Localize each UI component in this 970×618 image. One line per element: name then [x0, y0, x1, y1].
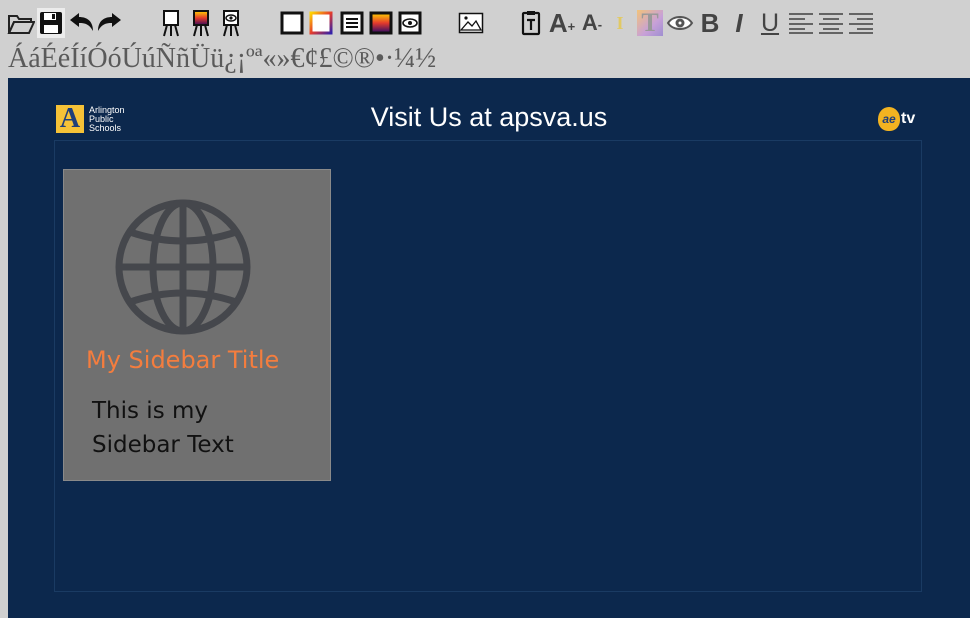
special-char-button[interactable]: £	[318, 43, 332, 75]
preview-eye-icon[interactable]	[666, 8, 694, 38]
text-highlight-icon[interactable]: T	[636, 8, 664, 38]
text-color-label: I	[616, 12, 624, 33]
special-char-button[interactable]: ¢	[304, 43, 318, 75]
save-icon[interactable]	[37, 8, 65, 38]
font-increase-label: A	[548, 7, 568, 38]
slide-canvas: A Arlington Public Schools Visit Us at a…	[8, 78, 970, 618]
easel-image-icon[interactable]	[220, 8, 242, 38]
italic-label: I	[735, 7, 743, 38]
open-folder-icon[interactable]	[6, 8, 36, 38]
font-decrease-icon[interactable]: A-	[578, 8, 606, 38]
text-box-icon[interactable]	[519, 8, 543, 38]
special-char-button[interactable]: ª	[255, 43, 263, 75]
sidebar-widget[interactable]: My Sidebar Title This is my Sidebar Text	[63, 169, 331, 481]
aetv-letters: ae	[882, 112, 896, 126]
special-char-button[interactable]: ¡	[237, 43, 246, 75]
aetv-logo: ae tv	[878, 103, 915, 135]
special-char-button[interactable]: ó	[108, 43, 122, 75]
underline-icon[interactable]: U	[758, 8, 782, 38]
special-char-button[interactable]: ·	[385, 43, 394, 75]
image-icon[interactable]	[457, 8, 485, 38]
bold-label: B	[700, 7, 720, 38]
toolbar: A + A- I T B I U	[0, 0, 970, 44]
special-char-button[interactable]: ü	[210, 43, 224, 75]
special-char-button[interactable]: á	[28, 43, 40, 75]
special-char-button[interactable]: Ú	[122, 43, 142, 75]
bold-icon[interactable]: B	[698, 8, 722, 38]
align-right-icon[interactable]	[848, 8, 874, 38]
special-char-button[interactable]: ©	[332, 43, 353, 75]
special-char-button[interactable]: Ñ	[156, 43, 176, 75]
aetv-tv-text: tv	[901, 110, 916, 127]
highlight-label: T	[637, 8, 663, 37]
box-border-icon[interactable]	[279, 8, 305, 38]
special-char-button[interactable]: É	[41, 43, 58, 75]
special-char-button[interactable]: º	[246, 43, 255, 75]
special-char-button[interactable]: ¼	[394, 43, 415, 75]
globe-icon	[115, 199, 251, 335]
special-char-button[interactable]: ú	[142, 43, 156, 75]
special-char-button[interactable]: Í	[70, 43, 79, 75]
box-gradient-border-icon[interactable]	[308, 8, 334, 38]
box-eye-icon[interactable]	[397, 8, 423, 38]
special-char-button[interactable]: ®	[354, 43, 375, 75]
special-character-bar: Áá Éé Íí Óó Úú Ññ Üü ¿ ¡ º ª «» € ¢ £ © ® • · ¼ ½	[8, 42, 436, 76]
special-char-button[interactable]: ½	[415, 43, 436, 75]
box-fill-icon[interactable]	[368, 8, 394, 38]
font-decrease-sup: -	[597, 17, 603, 32]
special-char-button[interactable]: Á	[8, 43, 28, 75]
font-decrease-label: A	[581, 10, 598, 35]
special-char-button[interactable]: Ü	[190, 43, 210, 75]
special-char-button[interactable]: ñ	[176, 43, 190, 75]
special-char-button[interactable]: í	[80, 43, 88, 75]
special-char-button[interactable]: «	[262, 43, 276, 75]
special-char-button[interactable]: Ó	[87, 43, 107, 75]
align-center-icon[interactable]	[818, 8, 844, 38]
italic-icon[interactable]: I	[728, 8, 750, 38]
aetv-apple-icon: ae	[878, 107, 900, 131]
special-char-button[interactable]: €	[290, 43, 304, 75]
box-lines-icon[interactable]	[339, 8, 365, 38]
undo-icon[interactable]	[67, 8, 95, 38]
underline-label: U	[760, 8, 780, 37]
font-increase-sup: +	[567, 19, 576, 34]
font-increase-icon[interactable]: A +	[548, 8, 576, 38]
align-left-icon[interactable]	[788, 8, 814, 38]
sidebar-title: My Sidebar Title	[86, 346, 280, 374]
easel-plain-icon[interactable]	[160, 8, 182, 38]
sidebar-text: This is my Sidebar Text	[92, 398, 234, 458]
special-char-button[interactable]: •	[375, 43, 385, 75]
easel-color-icon[interactable]	[190, 8, 212, 38]
text-color-icon[interactable]: I	[612, 8, 628, 38]
special-char-button[interactable]: ¿	[224, 43, 236, 75]
special-char-button[interactable]: »	[276, 43, 290, 75]
slide-title: Visit Us at apsva.us	[370, 102, 608, 132]
redo-icon[interactable]	[96, 8, 124, 38]
special-char-button[interactable]: é	[58, 43, 70, 75]
